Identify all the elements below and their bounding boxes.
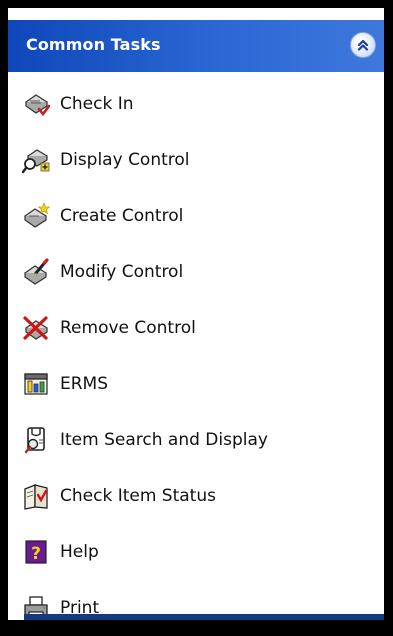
chevron-double-up-icon [357, 39, 369, 51]
task-label: Display Control [60, 150, 190, 170]
task-print[interactable]: Print [8, 580, 384, 636]
help-icon: ? [22, 538, 50, 566]
task-list: Check In Display Control Create Control … [8, 76, 384, 636]
task-label: Help [60, 542, 99, 562]
check-in-icon [22, 90, 50, 118]
create-control-icon [22, 202, 50, 230]
task-label: ERMS [60, 374, 109, 394]
collapse-button[interactable] [350, 32, 376, 58]
svg-text:?: ? [31, 544, 41, 564]
task-label: Check Item Status [60, 486, 216, 506]
task-create-control[interactable]: Create Control [8, 188, 384, 244]
panel-title: Common Tasks [26, 35, 161, 54]
item-search-icon [22, 426, 50, 454]
check-item-status-icon [22, 482, 50, 510]
task-check-item-status[interactable]: Check Item Status [8, 468, 384, 524]
erms-icon [22, 370, 50, 398]
remove-control-icon [22, 314, 50, 342]
task-display-control[interactable]: Display Control [8, 132, 384, 188]
task-item-search-and-display[interactable]: Item Search and Display [8, 412, 384, 468]
task-label: Item Search and Display [60, 430, 268, 450]
task-modify-control[interactable]: Modify Control [8, 244, 384, 300]
display-control-icon [22, 146, 50, 174]
task-label: Create Control [60, 206, 184, 226]
panel-bottom-border [24, 614, 384, 620]
task-remove-control[interactable]: Remove Control [8, 300, 384, 356]
task-label: Remove Control [60, 318, 196, 338]
modify-control-icon [22, 258, 50, 286]
common-tasks-header[interactable]: Common Tasks [8, 20, 384, 72]
task-label: Check In [60, 94, 134, 114]
task-label: Modify Control [60, 262, 184, 282]
task-erms[interactable]: ERMS [8, 356, 384, 412]
task-check-in[interactable]: Check In [8, 76, 384, 132]
task-help[interactable]: ? Help [8, 524, 384, 580]
